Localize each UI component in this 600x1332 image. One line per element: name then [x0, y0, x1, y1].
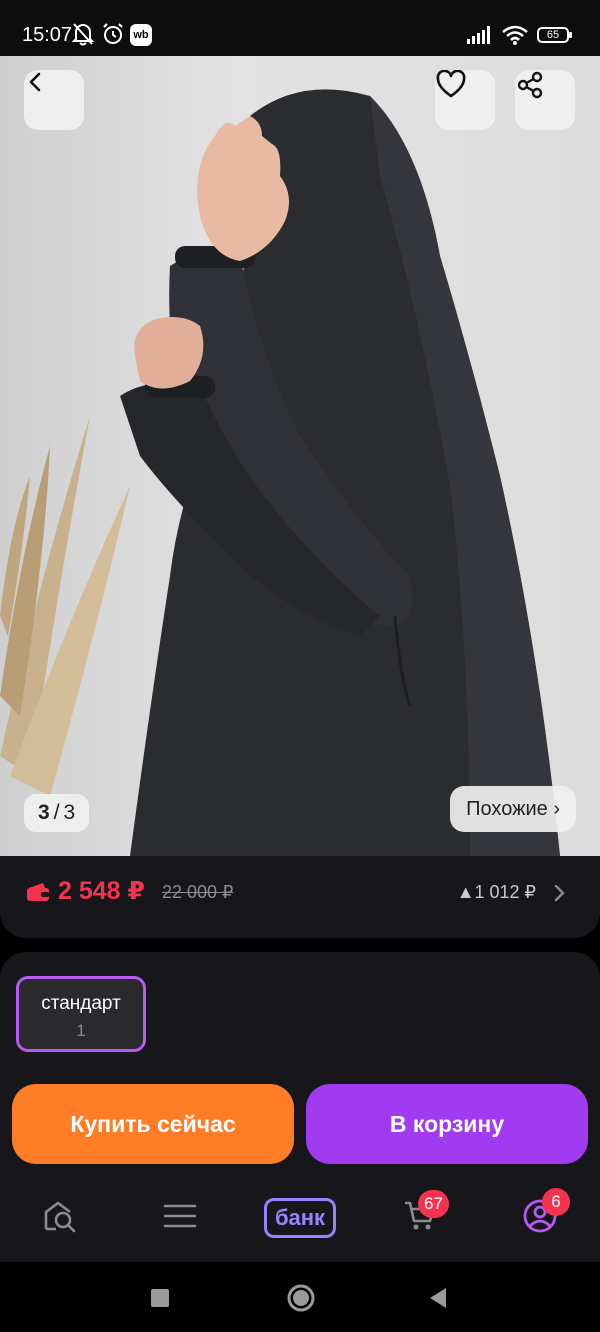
image-counter-separator: / — [53, 801, 60, 824]
bell-off-icon — [71, 22, 95, 51]
image-counter-total: 3 — [63, 801, 76, 824]
similar-products-label: Похожие › — [466, 797, 560, 820]
tab-profile[interactable]: 6 — [500, 1178, 580, 1258]
share-button[interactable] — [515, 70, 575, 130]
status-time: 15:07 — [22, 24, 73, 46]
bank-label: банк — [263, 1198, 337, 1238]
image-counter: 3 / 3 — [24, 794, 90, 832]
price-card[interactable]: 2 548 ₽ 22 000 ₽ ▲1 012 ₽ — [0, 856, 600, 938]
nav-back-icon[interactable] — [428, 1287, 448, 1314]
alarm-icon — [101, 22, 125, 51]
home-search-icon — [42, 1199, 78, 1238]
signal-icon — [467, 26, 495, 49]
menu-icon — [163, 1203, 197, 1234]
tab-bank[interactable]: банк — [260, 1178, 340, 1258]
bottom-tab-bar: банк 67 6 — [0, 1178, 600, 1258]
wallet-icon — [26, 882, 50, 907]
battery-indicator: 65 — [537, 27, 572, 43]
variant-name: стандарт — [41, 993, 121, 1014]
variant-option-standard[interactable]: стандарт 1 — [16, 976, 146, 1052]
system-nav-bar — [0, 1262, 600, 1332]
variant-quantity: 1 — [76, 1021, 86, 1040]
chevron-right-icon — [554, 884, 566, 907]
image-counter-current: 3 — [38, 801, 50, 824]
add-to-cart-button[interactable]: В корзину — [306, 1084, 588, 1164]
old-price: 22 000 ₽ — [162, 882, 234, 902]
product-image-gallery[interactable]: 3 / 3 Похожие › — [0, 56, 600, 856]
back-button[interactable] — [24, 70, 84, 130]
wb-badge: wb — [130, 24, 152, 46]
profile-badge: 6 — [542, 1188, 570, 1216]
tab-cart[interactable]: 67 — [380, 1178, 460, 1258]
nav-square-icon[interactable] — [150, 1288, 170, 1313]
similar-products-button[interactable]: Похожие › — [450, 786, 576, 832]
buy-now-button[interactable]: Купить сейчас — [12, 1084, 294, 1164]
pampas-grass — [0, 416, 130, 796]
wifi-icon — [501, 24, 529, 51]
favorite-button[interactable] — [435, 70, 495, 130]
product-photo — [0, 89, 560, 856]
price-change: ▲1 012 ₽ — [456, 882, 536, 902]
current-price: 2 548 ₽ — [58, 877, 145, 905]
tab-catalog[interactable] — [140, 1178, 220, 1258]
status-bar: 15:07 wb 65 — [0, 0, 600, 56]
cart-badge: 67 — [418, 1190, 449, 1218]
tab-home[interactable] — [20, 1178, 100, 1258]
nav-circle-icon[interactable] — [286, 1283, 316, 1318]
